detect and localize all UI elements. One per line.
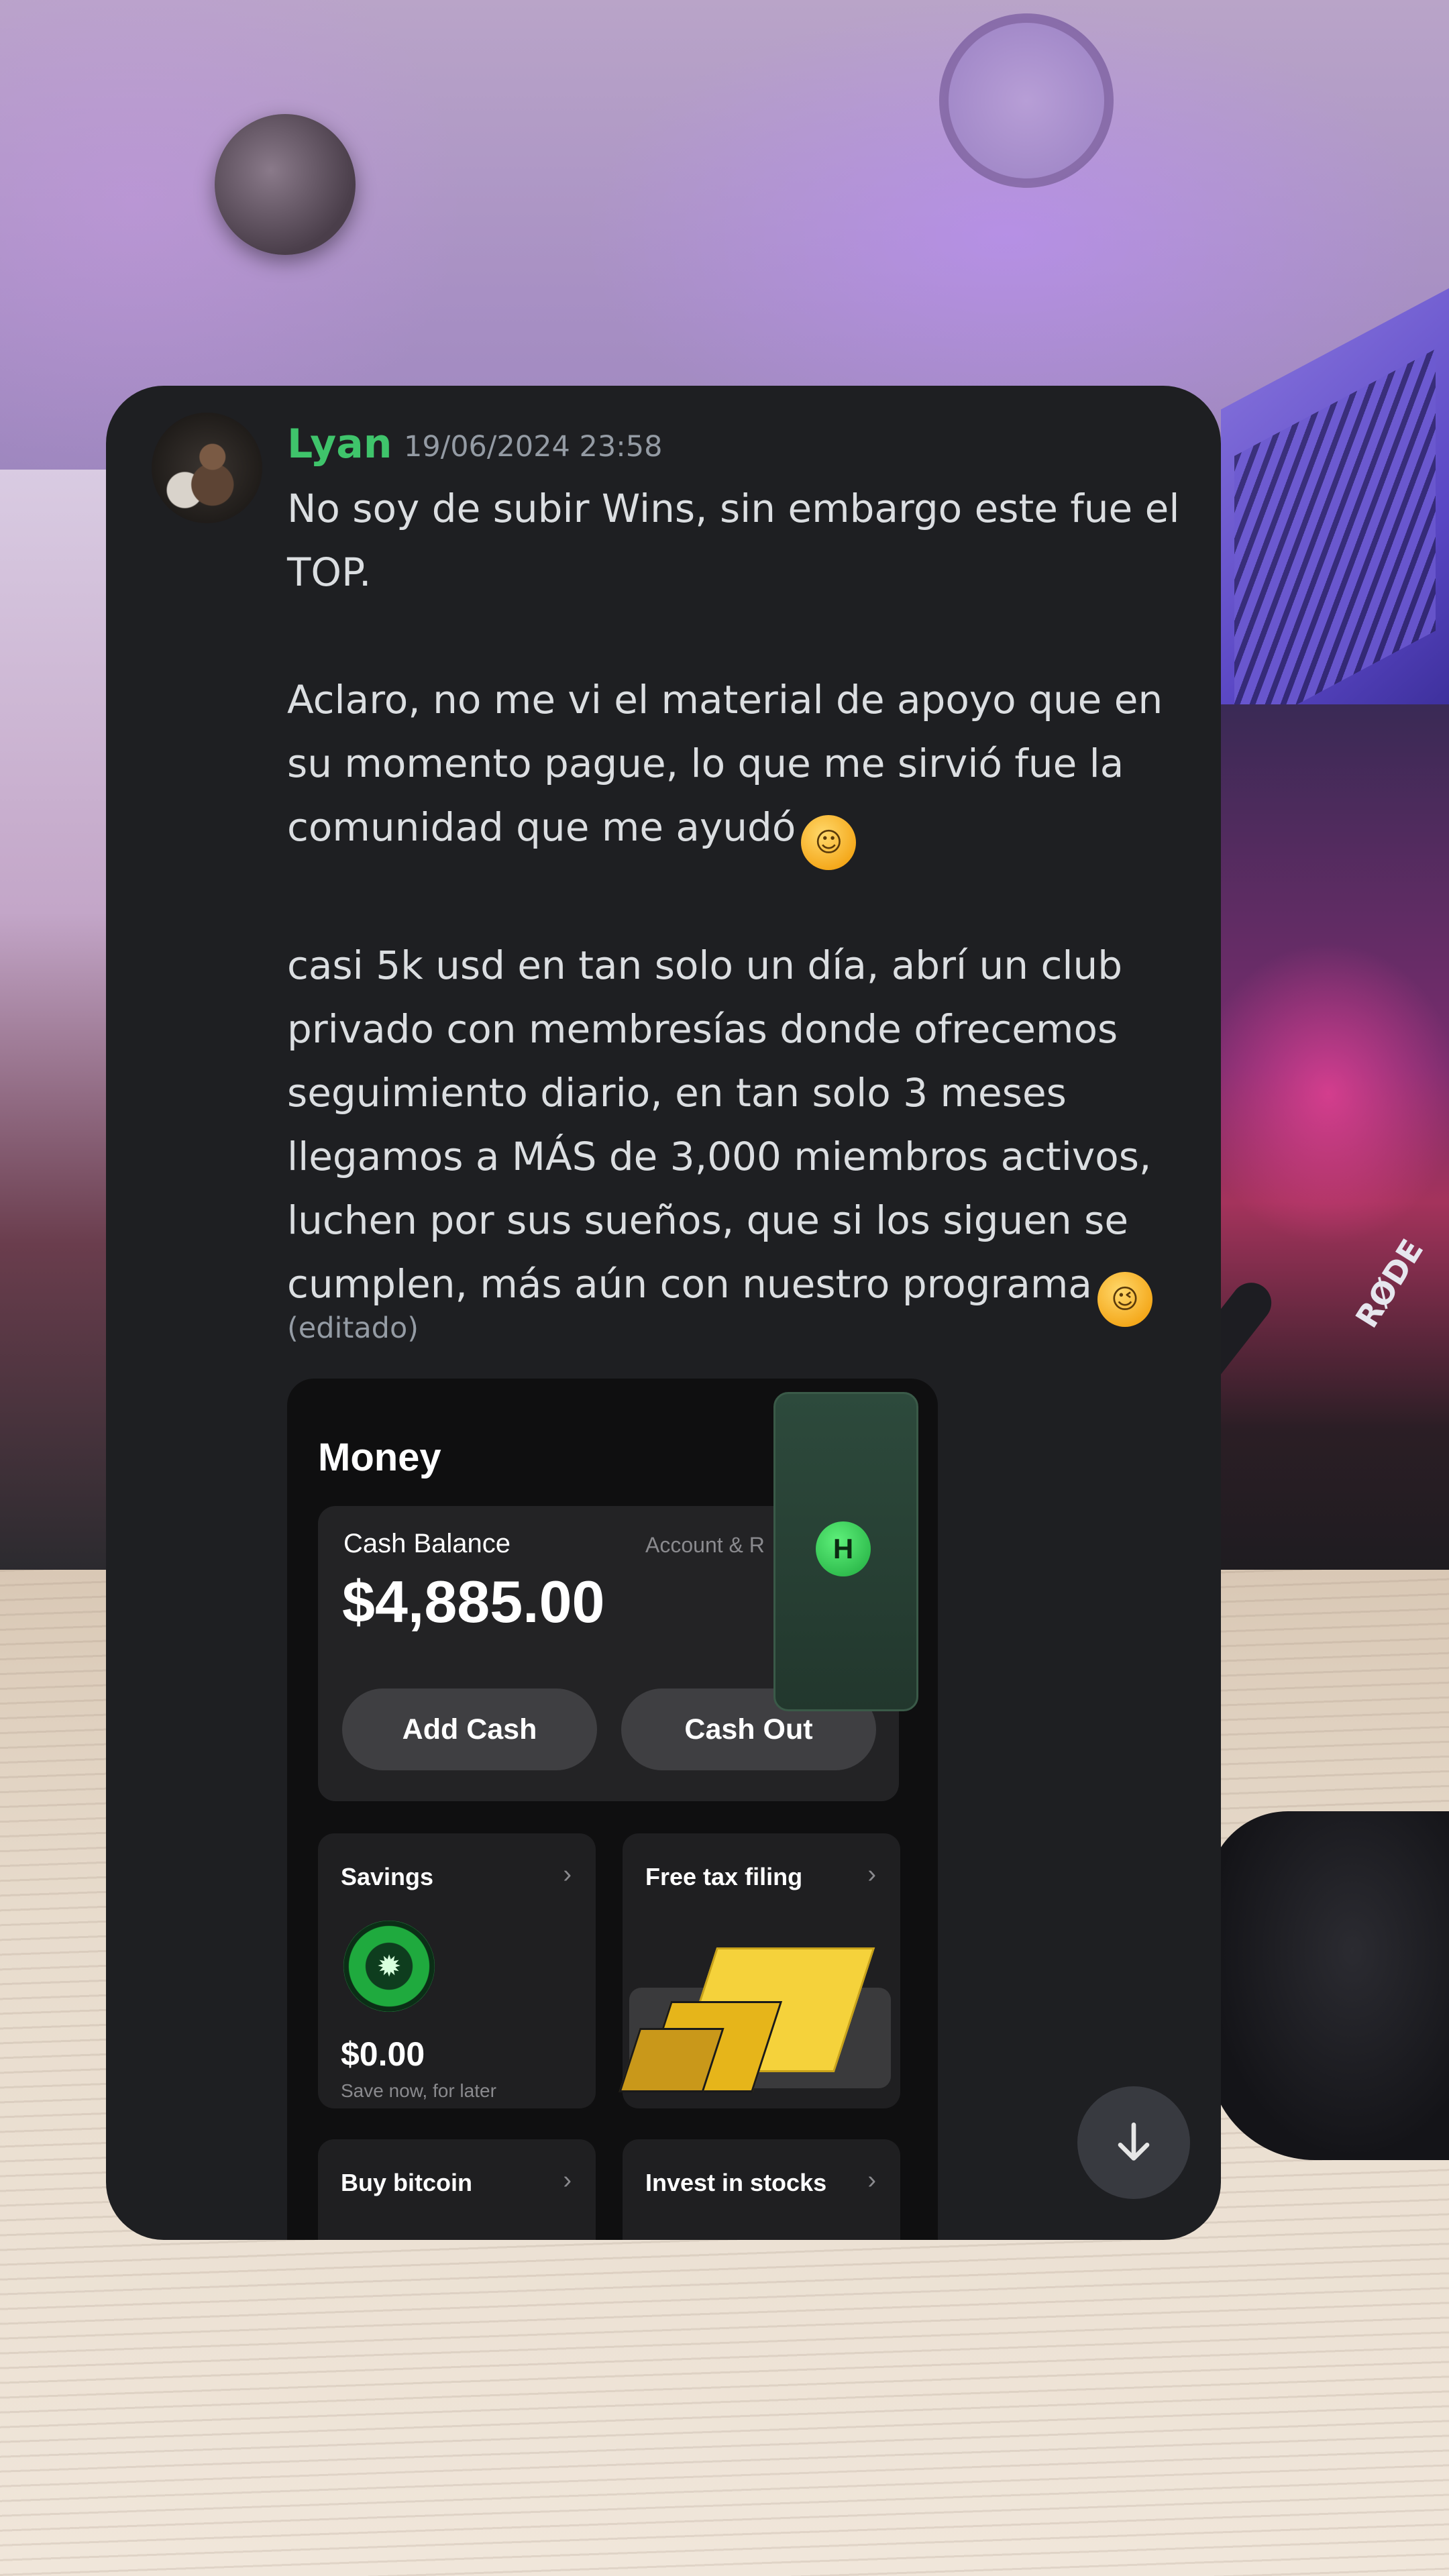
invest-stocks-tile: Invest in stocks › xyxy=(623,2139,900,2240)
arrow-down-icon xyxy=(1118,2123,1150,2161)
buy-bitcoin-tile: Buy bitcoin › xyxy=(318,2139,596,2240)
message-line: comunidad que me ayudó xyxy=(287,804,796,850)
chevron-right-icon: › xyxy=(867,2166,876,2194)
tax-filing-tile: Free tax filing › xyxy=(619,1833,900,2108)
message-card: Lyan 19/06/2024 23:58 No soy de subir Wi… xyxy=(106,386,1221,2240)
message-line: No soy de subir Wins, sin embargo este f… xyxy=(287,486,1180,531)
winking-face-emoji: 😉 xyxy=(1097,1272,1152,1327)
buy-bitcoin-label: Buy bitcoin xyxy=(341,2169,472,2196)
add-cash-button: Add Cash xyxy=(342,1688,597,1770)
savings-tile: Savings › ✹ $0.00 Save now, for later xyxy=(318,1833,596,2108)
edited-label: (editado) xyxy=(287,1311,419,1345)
right-wall xyxy=(1194,704,1449,1610)
h-badge: H xyxy=(816,1521,871,1576)
ceiling-speaker xyxy=(215,114,356,255)
savings-subtitle: Save now, for later xyxy=(341,2080,496,2101)
message-line: Aclaro, no me vi el material de apoyo qu… xyxy=(287,677,1163,722)
overlay-app-panel: H xyxy=(773,1392,918,1711)
money-title: Money xyxy=(318,1436,441,1479)
message-timestamp: 19/06/2024 23:58 xyxy=(404,430,663,464)
tax-filing-label: Free tax filing xyxy=(645,1863,803,1890)
chevron-right-icon: › xyxy=(563,1860,572,1888)
microphone xyxy=(1208,1811,1449,2160)
account-routing-label: Account & R xyxy=(645,1533,765,1557)
message-line: cumplen, más aún con nuestro programa xyxy=(287,1261,1092,1307)
chevron-right-icon: › xyxy=(867,1860,876,1888)
chevron-right-icon: › xyxy=(563,2166,572,2194)
savings-icon: ✹ xyxy=(343,1921,435,2012)
ceiling-light xyxy=(939,13,1114,188)
message-line: privado con membresías donde ofrecemos xyxy=(287,1006,1118,1052)
message-line: casi 5k usd en tan solo un día, abrí un … xyxy=(287,943,1123,988)
savings-value: $0.00 xyxy=(341,2035,425,2073)
invest-stocks-label: Invest in stocks xyxy=(645,2169,827,2196)
tax-documents-illustration xyxy=(619,1947,891,2092)
message-line: llegamos a MÁS de 3,000 miembros activos… xyxy=(287,1134,1152,1179)
message-line: TOP. xyxy=(287,549,372,595)
savings-label: Savings xyxy=(341,1863,434,1890)
message-line: luchen por sus sueños, que si los siguen… xyxy=(287,1197,1129,1243)
message-line: su momento pague, lo que me sirvió fue l… xyxy=(287,741,1124,786)
cash-balance-label: Cash Balance xyxy=(343,1529,511,1558)
saluting-face-emoji: ☺ xyxy=(801,815,857,870)
scroll-to-bottom-button[interactable] xyxy=(1077,2086,1190,2199)
cash-balance-value: $4,885.00 xyxy=(342,1568,605,1635)
author-name[interactable]: Lyan xyxy=(287,421,392,468)
attachment-image[interactable]: Money Cash Balance Account & R $4,885.00… xyxy=(287,1379,938,2240)
avatar[interactable] xyxy=(152,413,262,523)
message-line: seguimiento diario, en tan solo 3 meses xyxy=(287,1070,1067,1116)
message-text: No soy de subir Wins, sin embargo este f… xyxy=(287,477,1199,1327)
